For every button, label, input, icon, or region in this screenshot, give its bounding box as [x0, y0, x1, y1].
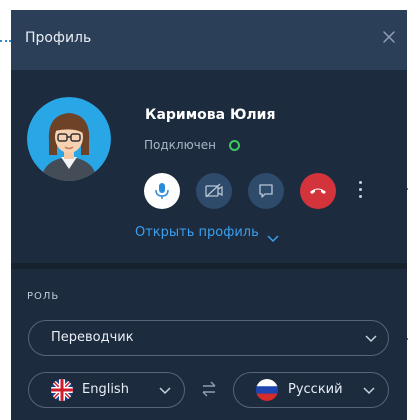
chevron-down-icon[interactable] [266, 228, 280, 243]
target-language-select[interactable]: Русский [233, 372, 389, 408]
chevron-down-icon [363, 387, 375, 395]
hangup-icon [310, 188, 326, 194]
user-name: Каримова Юлия [145, 107, 276, 123]
user-status: Подключен [144, 138, 216, 152]
target-language-label: Русский [288, 382, 343, 397]
open-profile-link[interactable]: Открыть профиль [135, 225, 259, 240]
hangup-button[interactable] [300, 173, 336, 209]
panel-header: Профиль [11, 10, 407, 70]
swap-icon[interactable] [200, 380, 218, 398]
video-button[interactable] [196, 173, 232, 209]
chat-button[interactable] [248, 173, 284, 209]
close-icon[interactable] [379, 27, 399, 47]
chat-icon [259, 184, 273, 198]
role-section-label: РОЛЬ [27, 291, 60, 302]
online-status-icon [229, 140, 240, 151]
role-selected-value: Переводчик [51, 330, 134, 345]
annotation-line-header [0, 40, 11, 42]
panel-title: Профиль [25, 30, 92, 46]
microphone-icon [155, 183, 169, 199]
russia-flag-icon [256, 379, 278, 401]
more-vertical-icon[interactable] [356, 178, 366, 202]
role-select[interactable]: Переводчик [28, 320, 389, 356]
section-divider [11, 263, 407, 269]
source-language-select[interactable]: English [28, 372, 185, 408]
source-language-label: English [82, 382, 129, 397]
chevron-down-icon [365, 335, 377, 343]
microphone-button[interactable] [144, 173, 180, 209]
uk-flag-icon [51, 379, 73, 401]
video-off-icon [205, 183, 223, 198]
chevron-down-icon [159, 387, 171, 395]
profile-panel: Профиль Каримова Юлия Подключен Открыть … [11, 10, 407, 420]
avatar [27, 97, 111, 181]
